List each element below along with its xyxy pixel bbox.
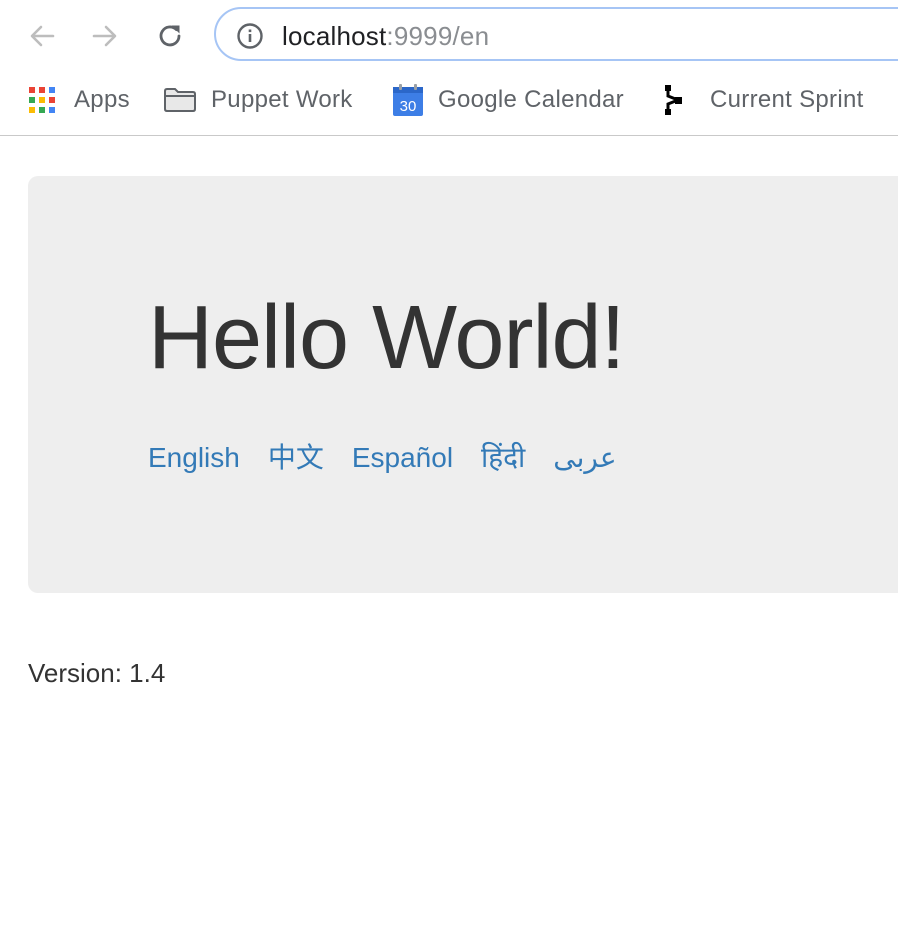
folder-icon [164,88,196,112]
language-link-hindi[interactable]: हिंदी [481,438,525,478]
version-text: Version: 1.4 [28,658,166,688]
bookmark-puppet-work[interactable]: Puppet Work [163,84,353,116]
language-link-english[interactable]: English [148,438,240,478]
forward-button[interactable] [85,16,125,56]
bookmark-label: Google Calendar [438,86,624,113]
reload-icon [159,25,181,47]
language-link-spanish[interactable]: Español [352,438,453,478]
url-path: :9999/en [386,21,490,51]
bookmark-label: Apps [74,86,130,113]
language-link-arabic[interactable]: عربى [553,438,616,478]
info-icon[interactable] [236,22,264,50]
url-text[interactable]: localhost:9999/en [282,21,489,51]
sprint-icon [665,85,683,115]
arrow-right-icon [92,25,117,47]
bookmark-label: Current Sprint [710,86,864,113]
bookmark-google-calendar[interactable]: 30 Google Calendar [392,84,624,116]
arrow-left-icon [30,25,55,47]
calendar-icon-date: 30 [400,98,417,115]
browser-toolbar: localhost:9999/en [0,0,898,72]
page-heading: Hello World! [148,288,625,388]
reload-button[interactable] [150,16,190,56]
url-host: localhost [282,21,387,51]
apps-grid-icon [29,87,55,113]
jumbotron: Hello World! English 中文 Español हिंदी عر… [28,176,898,593]
bookmark-label: Puppet Work [211,86,353,113]
bookmark-apps[interactable]: Apps [29,84,130,116]
bookmark-current-sprint[interactable]: Current Sprint [664,84,864,116]
address-bar[interactable]: localhost:9999/en [214,7,898,61]
bookmarks-bar: Apps Puppet Work 30 Google Calendar Curr… [0,72,898,136]
language-links: English 中文 Español हिंदी عربى [148,438,645,478]
calendar-icon: 30 [393,84,423,116]
language-link-chinese[interactable]: 中文 [268,438,324,478]
back-button[interactable] [22,16,62,56]
